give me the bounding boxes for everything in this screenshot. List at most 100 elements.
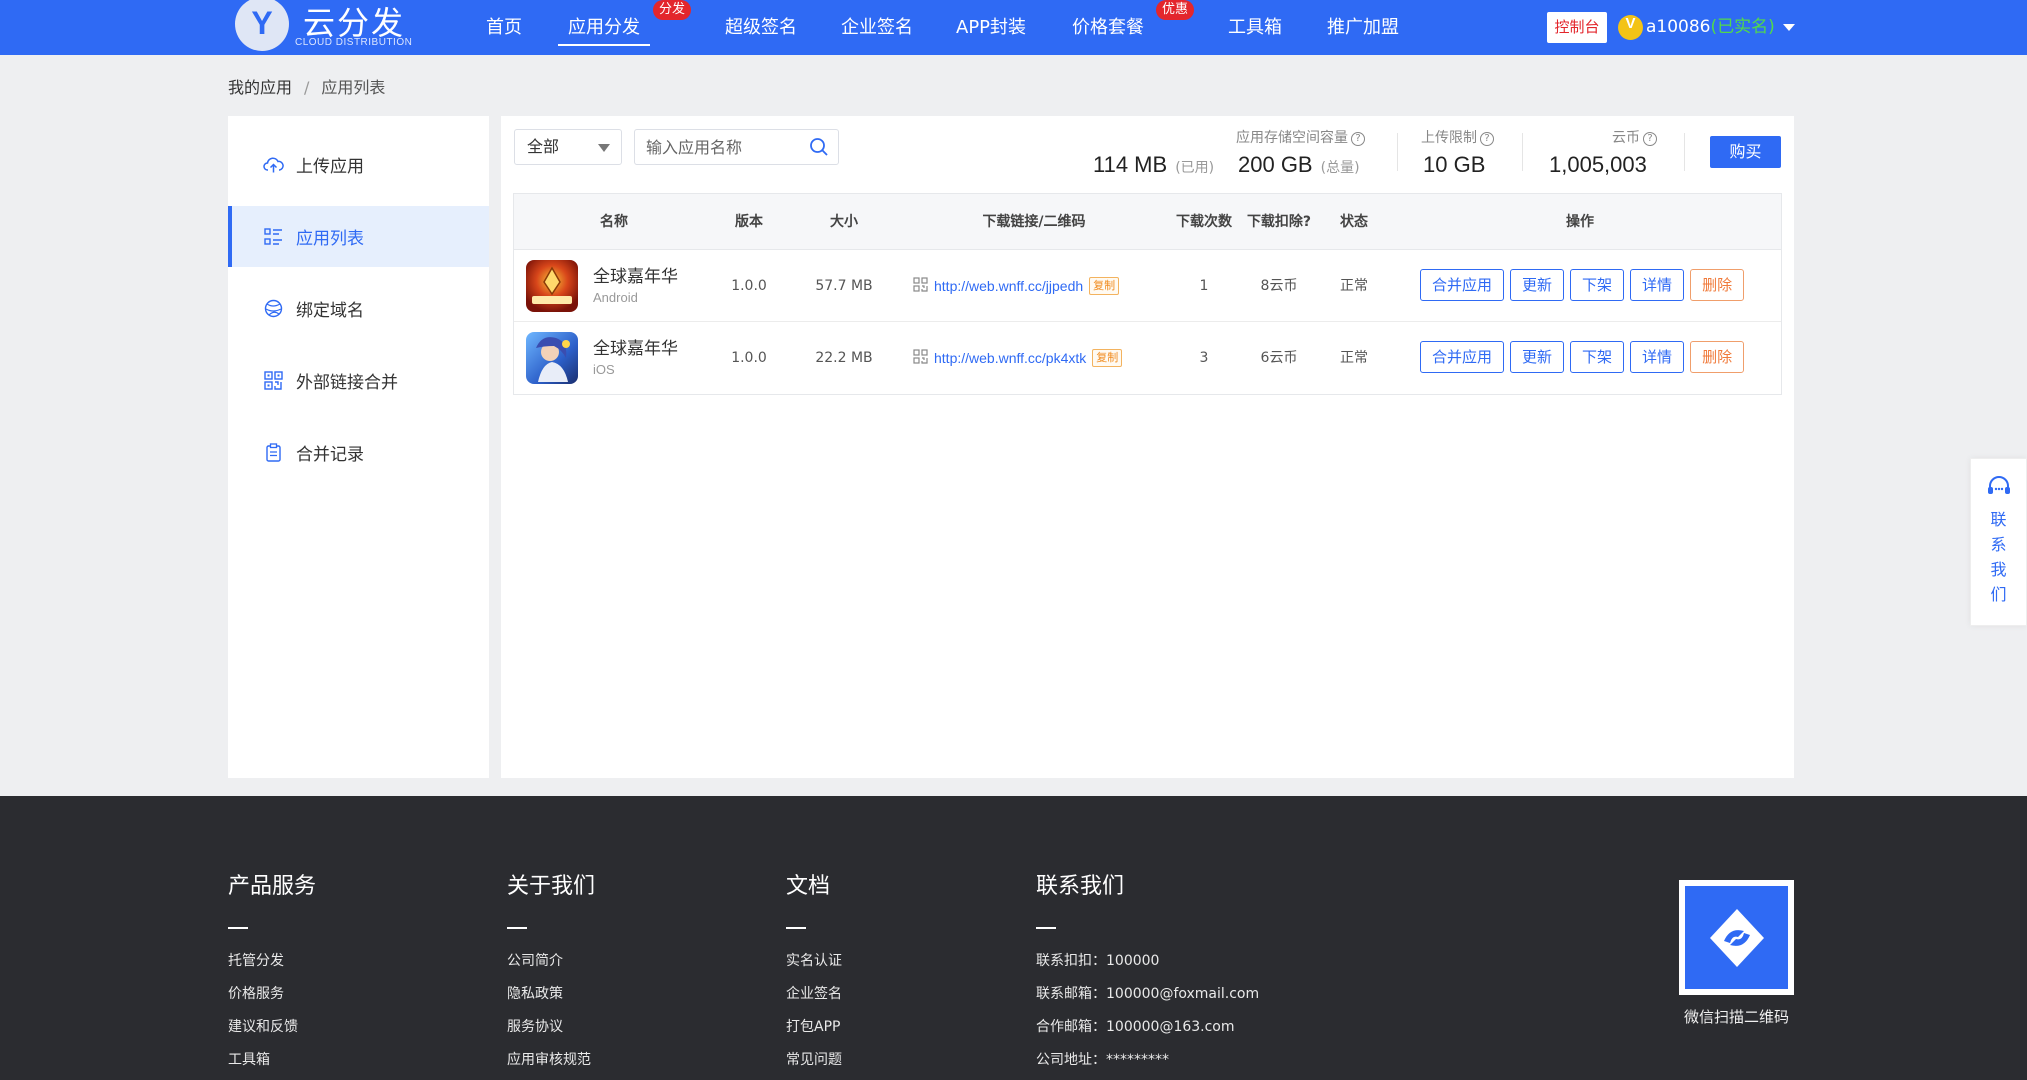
footer-link[interactable]: 企业签名 <box>786 978 842 1011</box>
delete-button[interactable]: 删除 <box>1690 269 1745 301</box>
sidebar-item-link-merge[interactable]: 外部链接合并 <box>228 350 489 411</box>
buy-button[interactable]: 购买 <box>1710 136 1781 168</box>
footer-docs: 文档 实名认证 企业签名 打包APP 常见问题 <box>786 868 842 1077</box>
upload-limit-value: 10 GB <box>1423 152 1486 177</box>
nav-enterprise-signature[interactable]: 企业签名 <box>841 0 913 55</box>
sidebar-item-app-list[interactable]: 应用列表 <box>228 206 489 267</box>
console-button[interactable]: 控制台 <box>1547 12 1607 43</box>
site-logo[interactable]: Y 云分发 CLOUD DISTRIBUTION <box>235 0 415 55</box>
verify-status: (已实名) <box>1710 17 1775 37</box>
col-name: 名称 <box>600 214 628 230</box>
app-status: 正常 <box>1340 278 1368 294</box>
nav-home[interactable]: 首页 <box>486 0 522 55</box>
col-deduction: 下载扣除? <box>1246 214 1312 230</box>
upload-limit-label: 上传限制? <box>1421 127 1494 147</box>
list-icon <box>263 226 284 247</box>
logo-badge: Y <box>235 0 289 51</box>
help-icon[interactable]: ? <box>1643 132 1657 146</box>
footer-link[interactable]: 服务协议 <box>507 1011 595 1044</box>
col-size: 大小 <box>830 214 858 230</box>
platform-filter-select[interactable]: 全部 <box>514 129 622 165</box>
app-platform: iOS <box>593 362 615 377</box>
qrcode-icon[interactable] <box>913 276 928 296</box>
footer-link[interactable]: 托管分发 <box>228 945 316 978</box>
username: a10086 <box>1646 17 1711 37</box>
footer-link[interactable]: 建议和反馈 <box>228 1011 316 1044</box>
platform-filter-value: 全部 <box>527 137 560 156</box>
col-actions: 操作 <box>1566 214 1594 230</box>
merge-app-button[interactable]: 合并应用 <box>1420 269 1505 301</box>
footer-link[interactable]: 价格服务 <box>228 978 316 1011</box>
unlist-button[interactable]: 下架 <box>1570 269 1625 301</box>
footer-title: 产品服务 <box>228 874 317 899</box>
copy-button[interactable]: 复制 <box>1092 349 1123 367</box>
download-link[interactable]: http://web.wnff.cc/pk4xtk <box>934 350 1086 366</box>
breadcrumb-separator: / <box>304 78 310 97</box>
footer-link[interactable]: 隐私政策 <box>507 978 595 1011</box>
footer-divider <box>228 927 248 929</box>
footer-link[interactable]: 打包APP <box>786 1011 842 1044</box>
unlist-button[interactable]: 下架 <box>1570 341 1625 373</box>
table-header: 名称 版本 大小 下载链接/二维码 下载次数 下载扣除? 状态 操作 <box>514 194 1781 250</box>
app-logo-icon <box>1685 886 1788 989</box>
contact-us-float[interactable]: 联系我们 <box>1970 458 2027 626</box>
download-link-cell: http://web.wnff.cc/pk4xtk 复制 <box>913 322 1123 394</box>
search-icon[interactable] <box>809 137 829 161</box>
col-status: 状态 <box>1340 214 1368 230</box>
nav-super-signature[interactable]: 超级签名 <box>725 0 797 55</box>
app-icon-ios <box>526 332 578 384</box>
wechat-qrcode <box>1679 880 1794 995</box>
footer-products: 产品服务 托管分发 价格服务 建议和反馈 工具箱 <box>228 868 316 1077</box>
detail-button[interactable]: 详情 <box>1630 269 1685 301</box>
copy-button[interactable]: 复制 <box>1089 277 1120 295</box>
table-row: 全球嘉年华 iOS 1.0.0 22.2 MB http://web.wnff.… <box>514 322 1781 394</box>
footer-contact-line: 联系邮箱：100000@foxmail.com <box>1036 986 1260 1002</box>
qrcode-icon[interactable] <box>913 348 928 368</box>
detail-button[interactable]: 详情 <box>1630 341 1685 373</box>
nav-affiliate[interactable]: 推广加盟 <box>1327 0 1399 55</box>
storage-label: 应用存储空间容量? <box>1236 127 1365 147</box>
footer-link[interactable]: 工具箱 <box>228 1044 316 1077</box>
footer: 产品服务 托管分发 价格服务 建议和反馈 工具箱 关于我们 公司简介 隐私政策 … <box>0 796 2027 1080</box>
cloud-upload-icon <box>263 154 284 175</box>
footer-contact: 联系我们 联系扣扣：100000 联系邮箱：100000@foxmail.com… <box>1036 868 1259 1077</box>
footer-link[interactable]: 实名认证 <box>786 945 842 978</box>
storage-total: 200 GB (总量) <box>1238 152 1360 177</box>
app-list-panel: 全部 应用存储空间容量? 114 MB(已用) 200 GB(总量) 上传限制?… <box>501 116 1794 778</box>
download-link-cell: http://web.wnff.cc/jjpedh 复制 <box>913 250 1120 322</box>
download-deduction: 8云币 <box>1260 278 1298 294</box>
update-button[interactable]: 更新 <box>1510 269 1565 301</box>
globe-icon <box>263 298 284 319</box>
help-icon[interactable]: ? <box>1480 132 1494 146</box>
user-menu[interactable]: Va10086(已实名) <box>1618 13 1795 43</box>
help-icon[interactable]: ? <box>1351 132 1365 146</box>
footer-link[interactable]: 常见问题 <box>786 1044 842 1077</box>
nav-pricing[interactable]: 价格套餐 <box>1072 0 1144 55</box>
sidebar-item-merge-records[interactable]: 合并记录 <box>228 422 489 483</box>
headset-icon <box>1971 475 2026 503</box>
delete-button[interactable]: 删除 <box>1690 341 1745 373</box>
update-button[interactable]: 更新 <box>1510 341 1565 373</box>
col-link: 下载链接/二维码 <box>982 214 1086 230</box>
row-actions: 合并应用 更新 下架 详情 删除 <box>1420 269 1745 301</box>
merge-app-button[interactable]: 合并应用 <box>1420 341 1505 373</box>
nav-app-packaging[interactable]: APP封装 <box>956 0 1026 55</box>
sidebar-item-bind-domain[interactable]: 绑定域名 <box>228 278 489 339</box>
app-icon-android <box>526 260 578 312</box>
download-deduction: 6云币 <box>1260 350 1298 366</box>
sidebar-item-label: 绑定域名 <box>296 301 364 321</box>
chevron-down-icon <box>1782 23 1795 31</box>
footer-link[interactable]: 应用审核规范 <box>507 1044 595 1077</box>
sidebar-item-label: 上传应用 <box>296 157 364 177</box>
stat-divider <box>1397 133 1398 171</box>
footer-link[interactable]: 公司简介 <box>507 945 595 978</box>
app-name: 全球嘉年华 <box>593 339 678 359</box>
breadcrumb-current: 应用列表 <box>321 78 386 97</box>
download-link[interactable]: http://web.wnff.cc/jjpedh <box>934 278 1083 294</box>
breadcrumb-root[interactable]: 我的应用 <box>228 78 292 97</box>
nav-app-distribution[interactable]: 应用分发 <box>558 0 650 55</box>
app-search-input[interactable] <box>635 130 795 164</box>
caret-down-icon <box>598 144 610 152</box>
nav-toolbox[interactable]: 工具箱 <box>1228 0 1282 55</box>
sidebar-item-upload[interactable]: 上传应用 <box>228 134 489 195</box>
